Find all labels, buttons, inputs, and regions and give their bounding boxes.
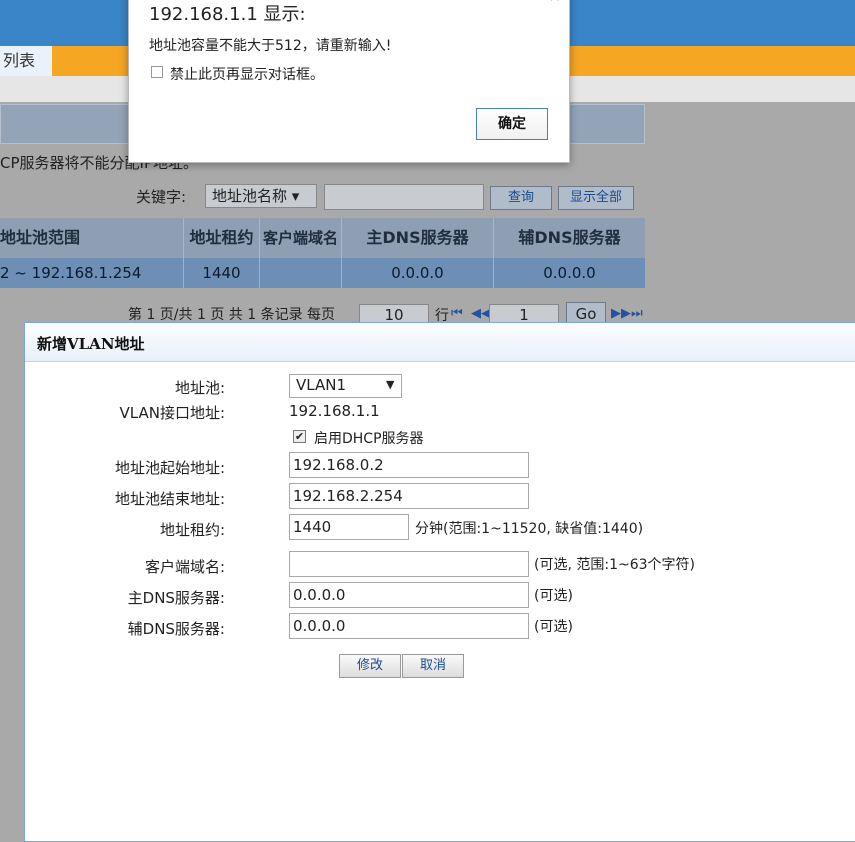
lease-label: 地址租约: xyxy=(159,521,225,539)
modify-button[interactable]: 修改 xyxy=(339,654,401,678)
show-all-button[interactable]: 显示全部 xyxy=(558,186,634,210)
first-page-icon[interactable]: ⏮ xyxy=(451,306,463,321)
alert-title: 192.168.1.1 显示: xyxy=(149,4,306,25)
pool-select-value: VLAN1 xyxy=(296,376,346,394)
start-label: 地址池起始地址: xyxy=(114,459,225,477)
if-label: VLAN接口地址: xyxy=(119,404,226,422)
dns1-label: 主DNS服务器: xyxy=(127,589,225,607)
last-page-icon[interactable]: ⏭ xyxy=(631,306,643,321)
col-dns2: 辅DNS服务器 xyxy=(518,228,621,247)
cell-domain xyxy=(260,258,342,288)
col-range: 地址池范围 xyxy=(0,218,184,258)
dialog-title-bar xyxy=(25,323,855,362)
next-page-icon[interactable]: ▶▶ xyxy=(611,306,631,321)
keyword-input[interactable] xyxy=(324,184,484,210)
domain-hint: (可选, 范围:1~63个字符) xyxy=(534,557,695,573)
col-lease: 地址租约 xyxy=(184,218,260,258)
cancel-button[interactable]: 取消 xyxy=(402,654,464,678)
alert-message: 地址池容量不能大于512，请重新输入! xyxy=(149,38,392,54)
cell-dns2: 0.0.0.0 xyxy=(543,264,596,282)
suppress-checkbox[interactable] xyxy=(151,66,163,78)
search-button[interactable]: 查询 xyxy=(490,186,552,210)
domain-input[interactable] xyxy=(289,551,529,577)
if-value: 192.168.1.1 xyxy=(289,402,380,420)
keyword-label: 关键字: xyxy=(136,188,187,206)
dns2-hint: (可选) xyxy=(534,619,573,635)
end-address-input[interactable]: 192.168.2.254 xyxy=(289,483,529,509)
chevron-down-icon: ▼ xyxy=(386,378,395,391)
pager-text: 第 1 页/共 1 页 共 1 条记录 每页 xyxy=(128,307,336,323)
cell-range: 2 ~ 192.168.1.254 xyxy=(0,258,184,288)
keyword-select[interactable]: 地址池名称 ▾ xyxy=(205,184,317,208)
lease-input[interactable]: 1440 xyxy=(289,514,409,540)
dhcp-checkbox[interactable]: ✔ xyxy=(293,430,306,443)
lease-hint: 分钟(范围:1~11520, 缺省值:1440) xyxy=(415,521,644,537)
cell-dns1: 0.0.0.0 xyxy=(342,258,494,288)
dns2-label: 辅DNS服务器: xyxy=(127,620,225,638)
col-dns1: 主DNS服务器 xyxy=(342,218,494,258)
cell-lease: 1440 xyxy=(184,258,260,288)
dns2-input[interactable]: 0.0.0.0 xyxy=(289,613,529,639)
dns1-input[interactable]: 0.0.0.0 xyxy=(289,582,529,608)
vlan-dialog: 新增VLAN地址 地址池: VLAN1 ▼ VLAN接口地址: 192.168.… xyxy=(24,322,855,842)
dialog-title: 新增VLAN地址 xyxy=(37,335,145,353)
end-label: 地址池结束地址: xyxy=(114,490,225,508)
prev-page-icon[interactable]: ◀◀ xyxy=(471,306,491,321)
tab-list[interactable]: 列表 xyxy=(0,46,52,76)
start-address-input[interactable]: 192.168.0.2 xyxy=(289,452,529,478)
close-icon[interactable]: × xyxy=(549,0,561,5)
pool-select[interactable]: VLAN1 ▼ xyxy=(289,374,402,398)
domain-label: 客户端域名: xyxy=(144,558,225,576)
dns1-hint: (可选) xyxy=(534,588,573,604)
suppress-label: 禁止此页再显示对话框。 xyxy=(170,67,324,83)
alert-dialog: 192.168.1.1 显示: × 地址池容量不能大于512，请重新输入! 禁止… xyxy=(128,0,570,163)
pool-label: 地址池: xyxy=(174,379,225,397)
dhcp-label: 启用DHCP服务器 xyxy=(314,431,424,447)
ok-button[interactable]: 确定 xyxy=(476,108,548,140)
col-domain: 客户端域名 xyxy=(260,218,342,258)
